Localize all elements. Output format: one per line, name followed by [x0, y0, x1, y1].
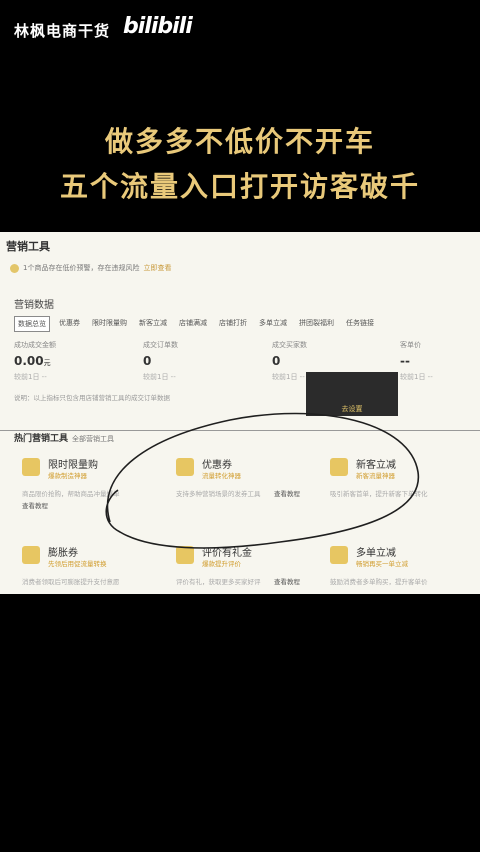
brand-name: 林枫电商干货: [14, 22, 111, 40]
hand-drawn-circle-annotation: [105, 412, 420, 549]
bilibili-logo: bilibili: [123, 14, 193, 39]
headline-line-1: 做多多不低价不开车: [104, 125, 375, 158]
headline-line-2: 五个流量入口打开访客破千: [59, 170, 420, 203]
marketing-tools-screen: 营销工具 1个商品存在低价预警，存在违规风险 立即查看 营销数据 数据总览 优惠…: [0, 232, 480, 594]
